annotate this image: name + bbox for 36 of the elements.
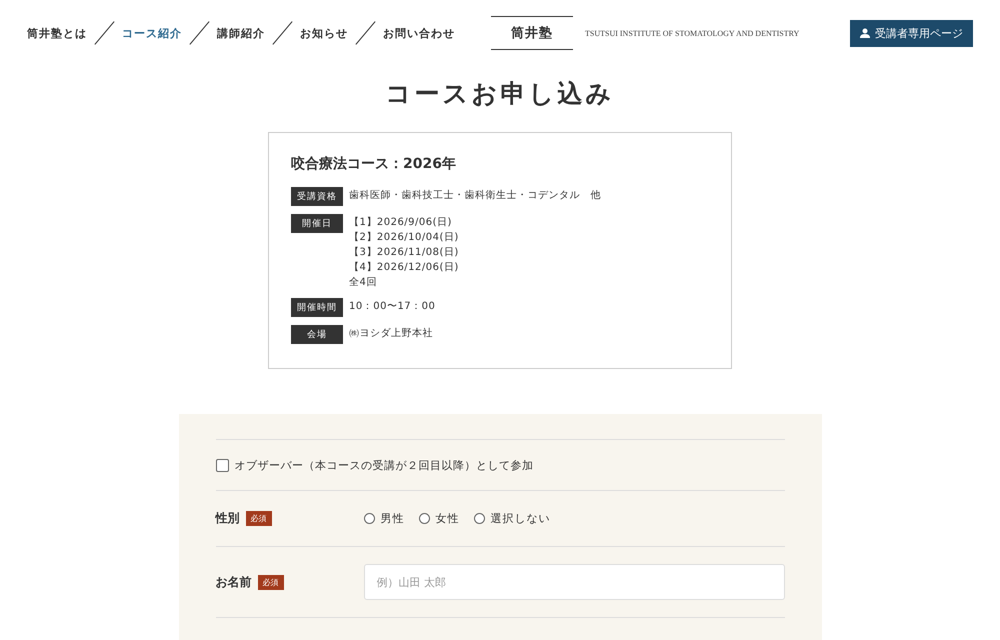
nav-link[interactable]: 講師紹介 <box>217 26 265 40</box>
name-input[interactable]: 例）山田 太郎 <box>364 564 784 600</box>
radio-button[interactable] <box>474 513 484 524</box>
radio-label: 選択しない <box>490 511 550 526</box>
required-badge: 必須 <box>246 511 272 526</box>
detail-label: 会場 <box>291 325 343 344</box>
nav-link[interactable]: お問い合わせ <box>383 26 455 40</box>
course-title: 咬合療法コース：2026年 <box>291 155 457 173</box>
radio-label: 男性 <box>380 511 404 526</box>
detail-text: 【3】2026/11/08(日) <box>349 246 459 260</box>
site-tagline: TSUTSUI INSTITUTE OF STOMATOLOGY AND DENTISTRY <box>585 28 800 38</box>
detail-text: ㈱ヨシダ上野本社 <box>349 326 433 341</box>
field-label: お名前 <box>216 574 252 590</box>
detail-text: 全4回 <box>349 276 378 290</box>
user-icon <box>860 28 870 38</box>
detail-label: 受講資格 <box>291 187 343 206</box>
detail-text: 【1】2026/9/06(日) <box>349 216 453 230</box>
field-label: 性別 <box>216 510 240 527</box>
detail-text: 【4】2026/12/06(日) <box>349 260 459 275</box>
detail-label: 開催時間 <box>291 298 343 317</box>
page-title: コースお申し込み <box>386 78 614 110</box>
required-badge: 必須 <box>258 574 284 590</box>
radio-button[interactable] <box>418 513 430 524</box>
nav-link[interactable]: コース紹介 <box>122 26 182 40</box>
nav-link[interactable]: 筒井塾とは <box>27 26 87 40</box>
checkbox-label: オブザーバー（本コースの受講が２回目以降）として参加 <box>234 458 534 472</box>
site-logo[interactable]: 筒井塾 <box>491 16 573 50</box>
detail-text: 【2】2026/10/04(日) <box>349 230 459 245</box>
detail-text: 10：00〜17：00 <box>349 300 436 314</box>
radio-label: 女性 <box>436 511 460 526</box>
radio-button[interactable] <box>364 513 374 524</box>
nav-link[interactable]: お知らせ <box>300 26 348 40</box>
detail-text: 歯科医師・歯科技工士・歯科衛生士・コデンタル 他 <box>349 188 601 203</box>
member-page-button[interactable]: 受講者専用ページ <box>850 20 973 46</box>
detail-label: 開催日 <box>291 214 343 233</box>
observer-checkbox[interactable] <box>216 458 228 472</box>
